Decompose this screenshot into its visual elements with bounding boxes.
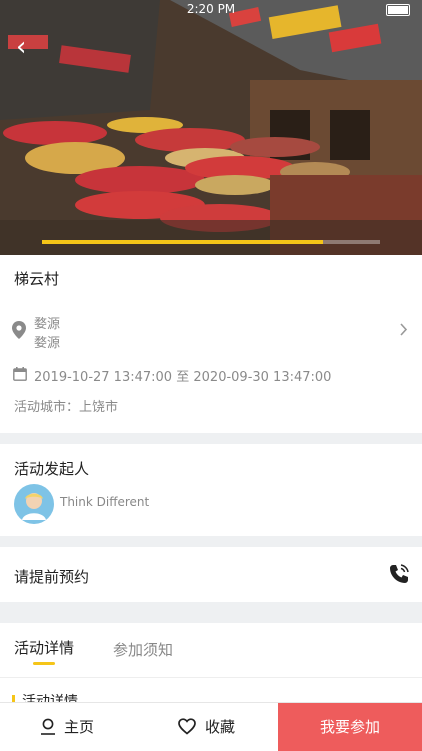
event-date-range: 2019-10-27 13:47:00 至 2020-09-30 13:47:0… — [34, 366, 331, 385]
reservation-text: 请提前预约 — [14, 568, 90, 586]
heart-icon — [178, 718, 196, 735]
bottom-action-bar: 主页 收藏 我要参加 — [0, 702, 422, 751]
organizer-name[interactable]: Think Different — [60, 495, 149, 509]
date-start: 2019-10-27 13:47:00 — [34, 370, 173, 385]
event-info-card: 梯云村 婺源 婺源 2019-10-27 13:47:00 至 2020-09-… — [0, 255, 422, 433]
home-icon — [41, 718, 55, 735]
phone-icon[interactable] — [388, 563, 410, 585]
hero-image: ‹ — [0, 0, 422, 255]
city-value: 上饶市 — [79, 400, 119, 415]
calendar-icon — [13, 367, 27, 381]
city-label: 活动城市： — [14, 400, 80, 415]
location-line-2: 婺源 — [34, 336, 61, 351]
tab-notice[interactable]: 参加须知 — [113, 639, 173, 660]
avatar[interactable] — [14, 484, 54, 524]
date-end: 2020-09-30 13:47:00 — [193, 370, 332, 385]
battery-icon — [386, 4, 410, 16]
status-time: 2:20 PM — [186, 2, 236, 16]
join-button[interactable]: 我要参加 — [278, 703, 422, 751]
home-label: 主页 — [64, 718, 95, 736]
event-title: 梯云村 — [14, 270, 60, 288]
chevron-right-icon[interactable] — [400, 323, 408, 336]
organizer-card: 活动发起人 Think Different — [0, 444, 422, 536]
back-icon[interactable]: ‹ — [16, 34, 42, 60]
details-tabs: 活动详情 参加须知 活动详情 — [0, 623, 422, 710]
image-progress-bar — [42, 240, 380, 244]
tab-active-indicator — [33, 662, 55, 665]
favorite-button[interactable]: 收藏 — [178, 703, 235, 751]
status-bar: 2:20 PM — [0, 0, 422, 18]
divider — [0, 677, 422, 678]
tab-details[interactable]: 活动详情 — [14, 637, 74, 658]
image-progress-fill — [42, 240, 323, 244]
location-line-1: 婺源 — [34, 317, 61, 332]
reservation-card[interactable]: 请提前预约 — [0, 547, 422, 602]
event-city: 活动城市：上饶市 — [14, 396, 118, 415]
date-separator: 至 — [176, 370, 190, 385]
favorite-label: 收藏 — [205, 718, 236, 736]
hero-photo — [0, 0, 422, 255]
home-button[interactable]: 主页 — [40, 703, 94, 751]
organizer-section-title: 活动发起人 — [14, 460, 90, 478]
location-pin-icon — [12, 321, 26, 339]
